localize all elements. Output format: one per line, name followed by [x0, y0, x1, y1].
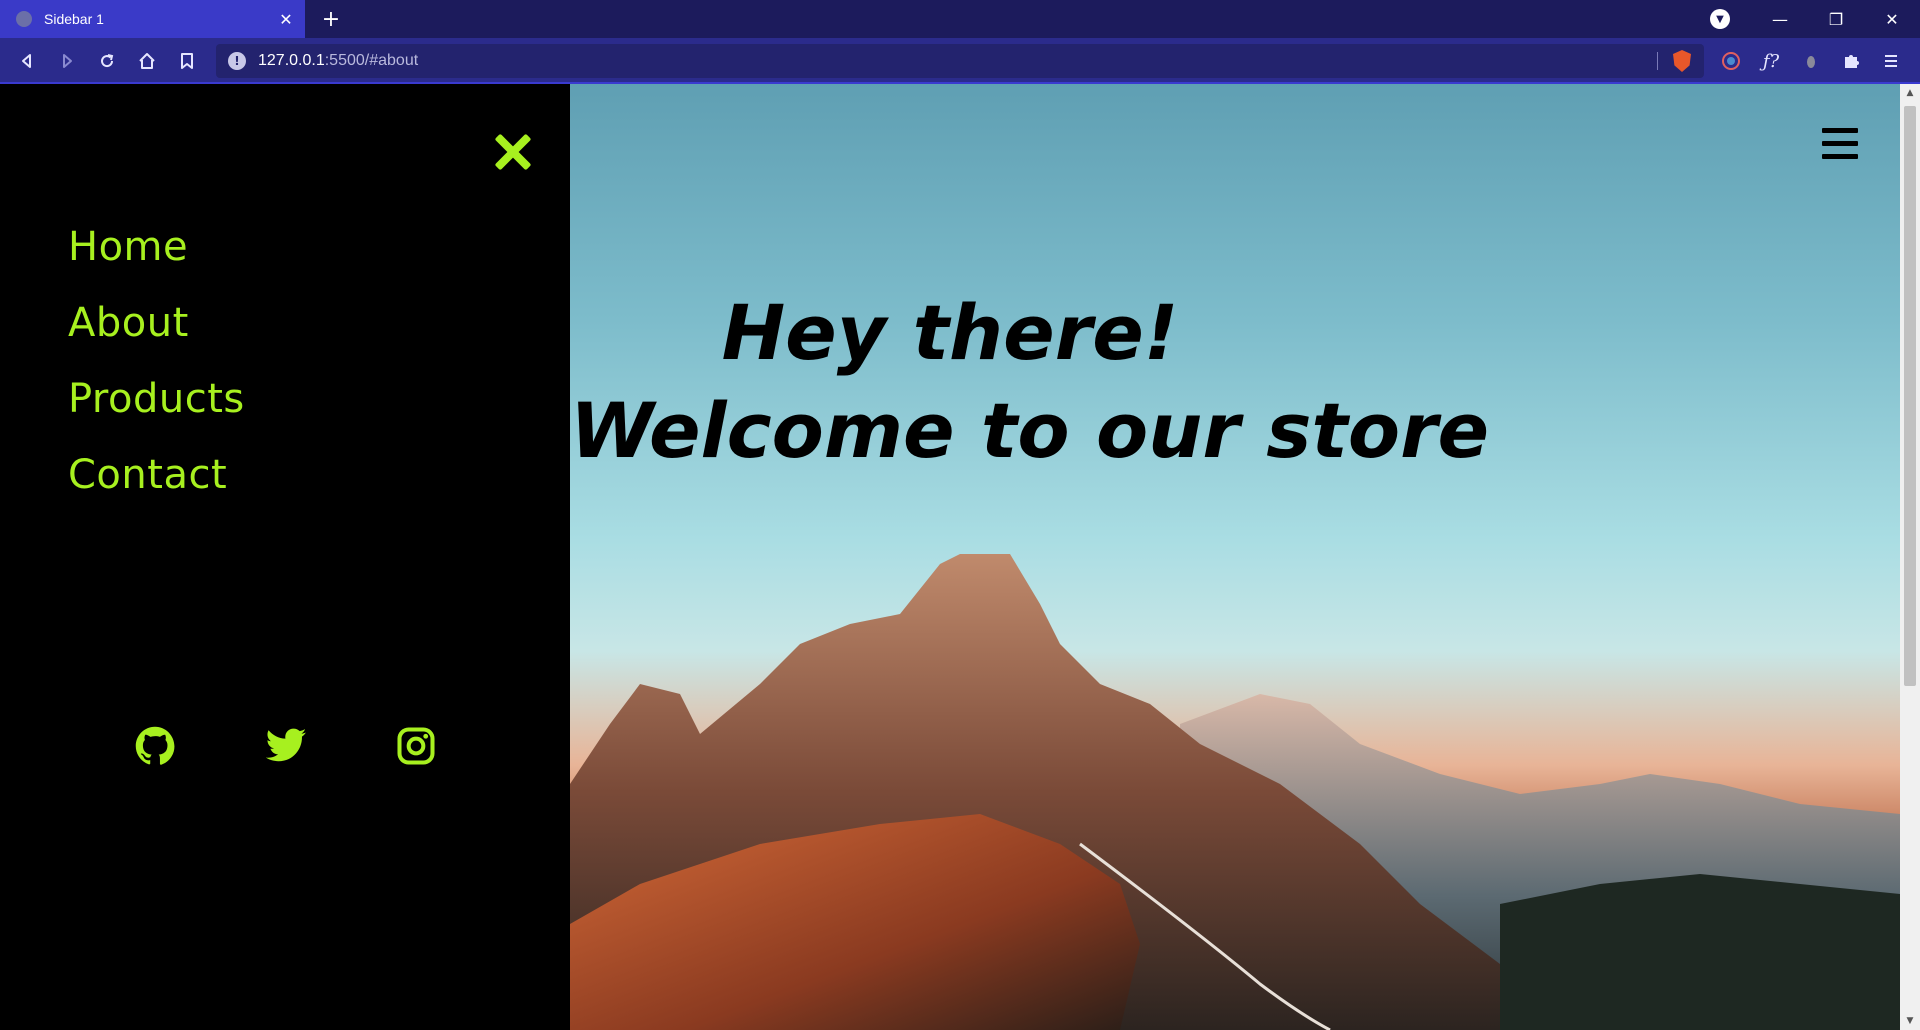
instagram-icon[interactable] — [394, 724, 438, 768]
sidebar-item-about[interactable]: About — [68, 285, 245, 361]
extension-icon[interactable] — [1718, 48, 1744, 74]
extension-pin-icon[interactable] — [1798, 48, 1824, 74]
forward-icon[interactable] — [54, 48, 80, 74]
hero-heading: Hey there! Welcome to our store — [570, 284, 1490, 480]
hero-line-1: Hey there! — [721, 288, 1179, 377]
twitter-icon[interactable] — [264, 724, 308, 768]
globe-icon — [16, 11, 32, 27]
font-finder-icon[interactable]: ƒ? — [1758, 48, 1784, 74]
brave-shield-icon[interactable] — [1673, 50, 1691, 72]
tab-title: Sidebar 1 — [44, 11, 104, 27]
sidebar-nav: Home About Products Contact — [68, 209, 245, 513]
browser-tab-bar: Sidebar 1 ✕ + ▼ — ❐ ✕ — [0, 0, 1920, 38]
hamburger-menu-icon[interactable] — [1822, 128, 1858, 160]
extensions-puzzle-icon[interactable] — [1838, 48, 1864, 74]
hero-line-2: Welcome to our store — [570, 386, 1490, 475]
bookmark-icon[interactable] — [174, 48, 200, 74]
reload-icon[interactable] — [94, 48, 120, 74]
scroll-thumb[interactable] — [1904, 106, 1916, 686]
sidebar-item-home[interactable]: Home — [68, 209, 245, 285]
close-icon[interactable] — [492, 132, 532, 172]
menu-icon[interactable] — [1878, 48, 1904, 74]
github-icon[interactable] — [133, 724, 177, 768]
page-scrollbar[interactable]: ▲ ▼ — [1900, 84, 1920, 1030]
site-info-icon[interactable]: ! — [228, 52, 246, 70]
scroll-down-icon[interactable]: ▼ — [1905, 1016, 1915, 1026]
minimize-button[interactable]: — — [1752, 0, 1808, 38]
scroll-up-icon[interactable]: ▲ — [1905, 88, 1915, 98]
sidebar: Home About Products Contact — [0, 84, 570, 1030]
browser-tab[interactable]: Sidebar 1 ✕ — [0, 0, 305, 38]
browser-toolbar: ! 127.0.0.1 :5500/#about ƒ? — [0, 38, 1920, 84]
close-window-button[interactable]: ✕ — [1864, 0, 1920, 38]
sidebar-item-contact[interactable]: Contact — [68, 437, 245, 513]
tab-search-icon[interactable]: ▼ — [1710, 9, 1730, 29]
home-icon[interactable] — [134, 48, 160, 74]
address-bar[interactable]: ! 127.0.0.1 :5500/#about — [216, 44, 1704, 78]
url-path: :5500/#about — [324, 52, 419, 69]
back-icon[interactable] — [14, 48, 40, 74]
new-tab-button[interactable]: + — [318, 6, 344, 32]
page-viewport: Hey there! Welcome to our store Home Abo… — [0, 84, 1900, 1030]
url-separator — [1657, 52, 1658, 70]
url-host: 127.0.0.1 — [258, 52, 325, 69]
restore-button[interactable]: ❐ — [1808, 0, 1864, 38]
tab-close-icon[interactable]: ✕ — [275, 8, 297, 30]
sidebar-item-products[interactable]: Products — [68, 361, 245, 437]
